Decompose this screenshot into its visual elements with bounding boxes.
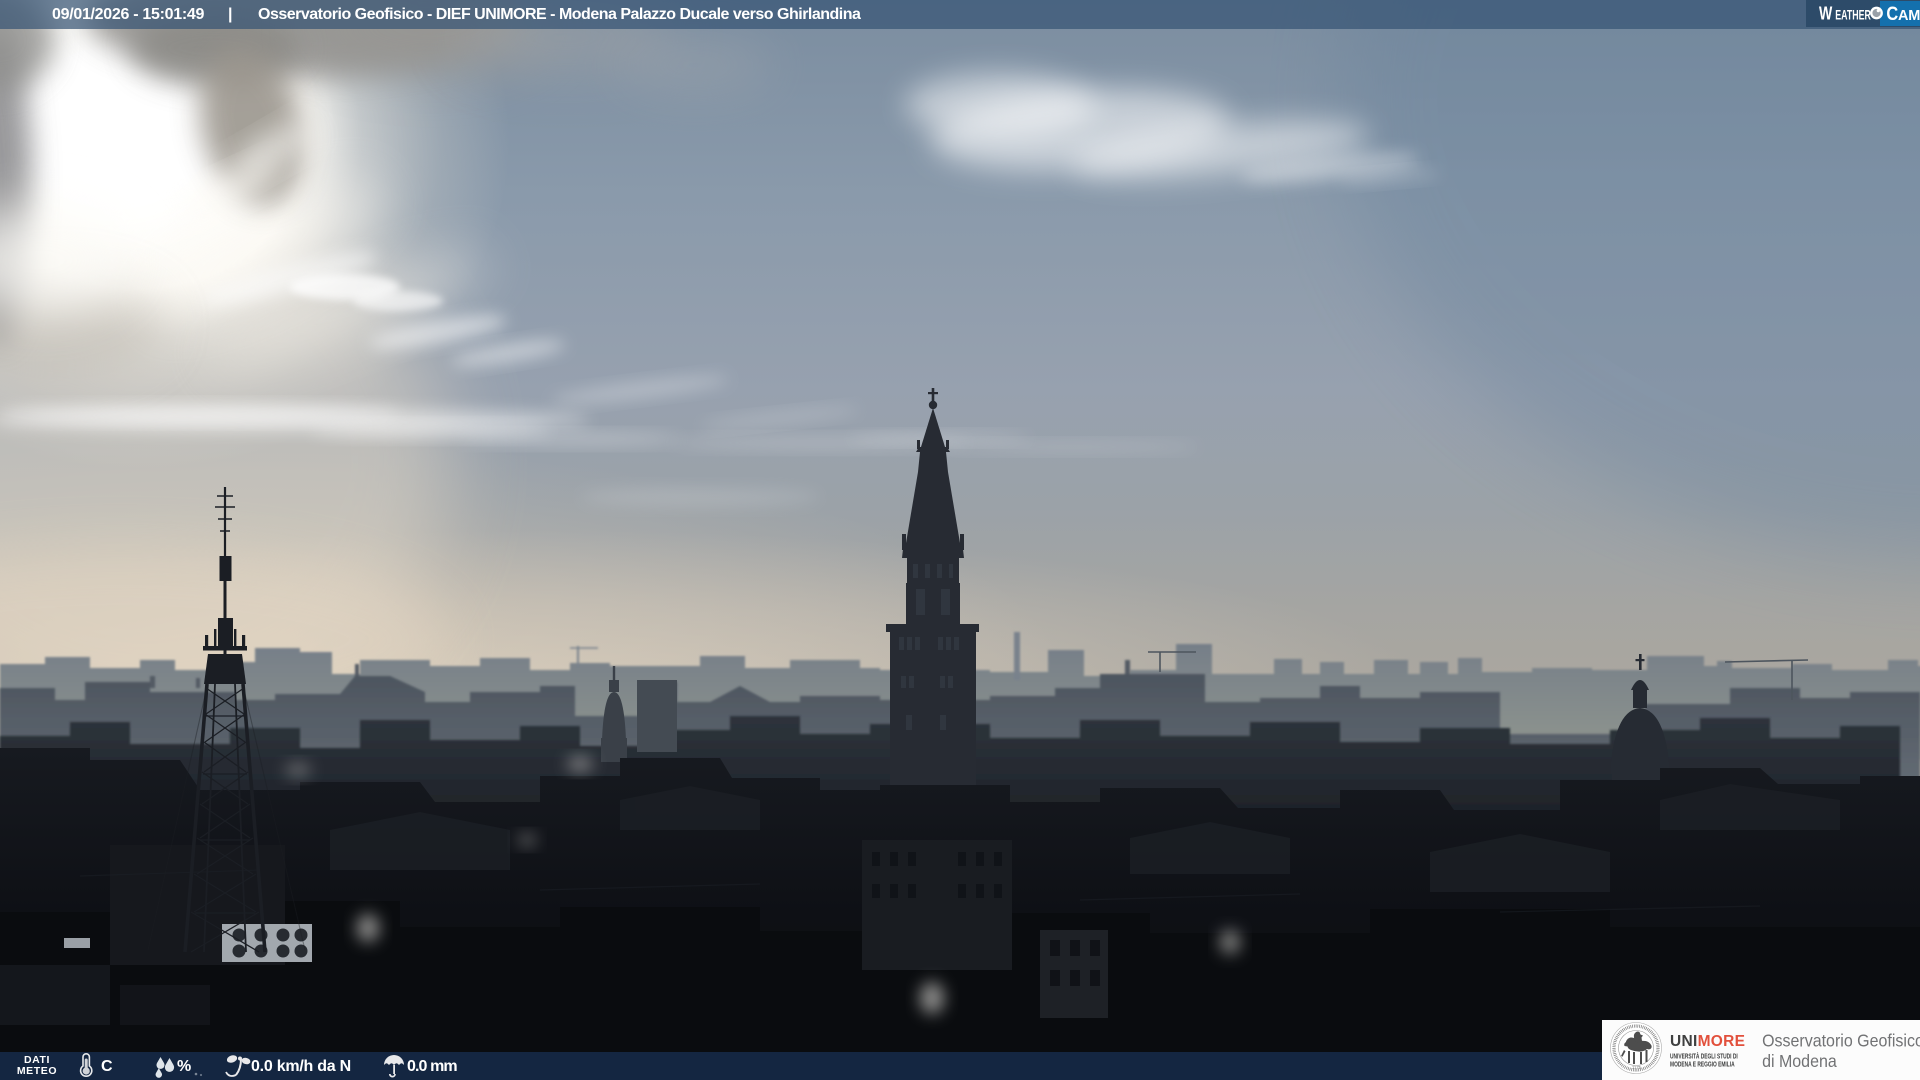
svg-text:UNIVERSITÀ DEGLI STUDI DI: UNIVERSITÀ DEGLI STUDI DI xyxy=(1670,1053,1738,1061)
svg-text:AM: AM xyxy=(1898,8,1920,24)
svg-text:UNIMORE: UNIMORE xyxy=(1670,1033,1745,1050)
svg-text:C: C xyxy=(1886,2,1898,24)
svg-text:di Modena: di Modena xyxy=(1762,1051,1837,1071)
svg-text:EATHER: EATHER xyxy=(1835,8,1871,24)
svg-text:W: W xyxy=(1819,4,1833,24)
svg-text:Osservatorio Geofisico: Osservatorio Geofisico xyxy=(1762,1031,1920,1051)
svg-text:1175: 1175 xyxy=(1632,1065,1642,1070)
svg-text:MODENA E REGGIO EMILIA: MODENA E REGGIO EMILIA xyxy=(1670,1061,1735,1069)
